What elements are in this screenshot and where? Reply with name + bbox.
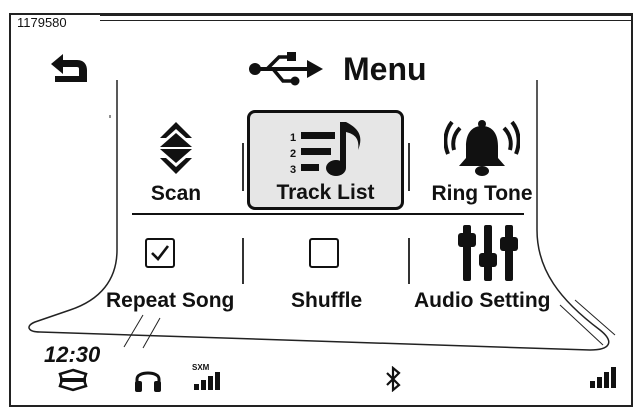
- back-arrow-icon[interactable]: [47, 52, 91, 88]
- usb-icon: [249, 52, 323, 86]
- track-list-icon: 1 2 3: [290, 122, 361, 176]
- header: Menu: [247, 46, 427, 92]
- scan-label: Scan: [150, 182, 202, 205]
- headphones-icon: [135, 371, 161, 392]
- checkmark-icon: [151, 245, 170, 261]
- sxm-label: SXM: [192, 363, 210, 372]
- motorcycle-brand-icon: [58, 368, 88, 392]
- svg-text:2: 2: [290, 148, 296, 160]
- ring-tone-button[interactable]: Ring Tone: [420, 112, 544, 216]
- divider: [242, 238, 244, 284]
- signal-bars-icon: [194, 372, 220, 390]
- audio-setting-label[interactable]: Audio Setting: [414, 289, 550, 313]
- repeat-song-label[interactable]: Repeat Song: [106, 289, 234, 313]
- track-list-label: Track List: [276, 181, 375, 204]
- repeat-song-checkbox[interactable]: [145, 238, 175, 268]
- divider: [408, 143, 410, 191]
- svg-text:3: 3: [290, 164, 296, 176]
- divider: [132, 213, 524, 215]
- ring-tone-label: Ring Tone: [431, 182, 533, 205]
- shuffle-checkbox[interactable]: [309, 238, 339, 268]
- cellular-signal-icon: [590, 367, 616, 388]
- clock: 12:30: [44, 342, 101, 367]
- page-title: Menu: [343, 50, 427, 87]
- shuffle-label[interactable]: Shuffle: [291, 289, 362, 313]
- divider: [242, 143, 244, 191]
- bluetooth-icon: [386, 366, 401, 392]
- sxm-signal-icon: SXM: [192, 363, 222, 391]
- svg-text:1: 1: [290, 132, 296, 144]
- track-list-button[interactable]: 1 2 3 Track List: [247, 110, 404, 210]
- ring-bell-icon: [444, 120, 520, 176]
- scan-updown-icon: [160, 122, 192, 174]
- divider: [408, 238, 410, 284]
- equalizer-sliders-icon[interactable]: [457, 223, 519, 283]
- scan-button[interactable]: Scan: [128, 112, 224, 216]
